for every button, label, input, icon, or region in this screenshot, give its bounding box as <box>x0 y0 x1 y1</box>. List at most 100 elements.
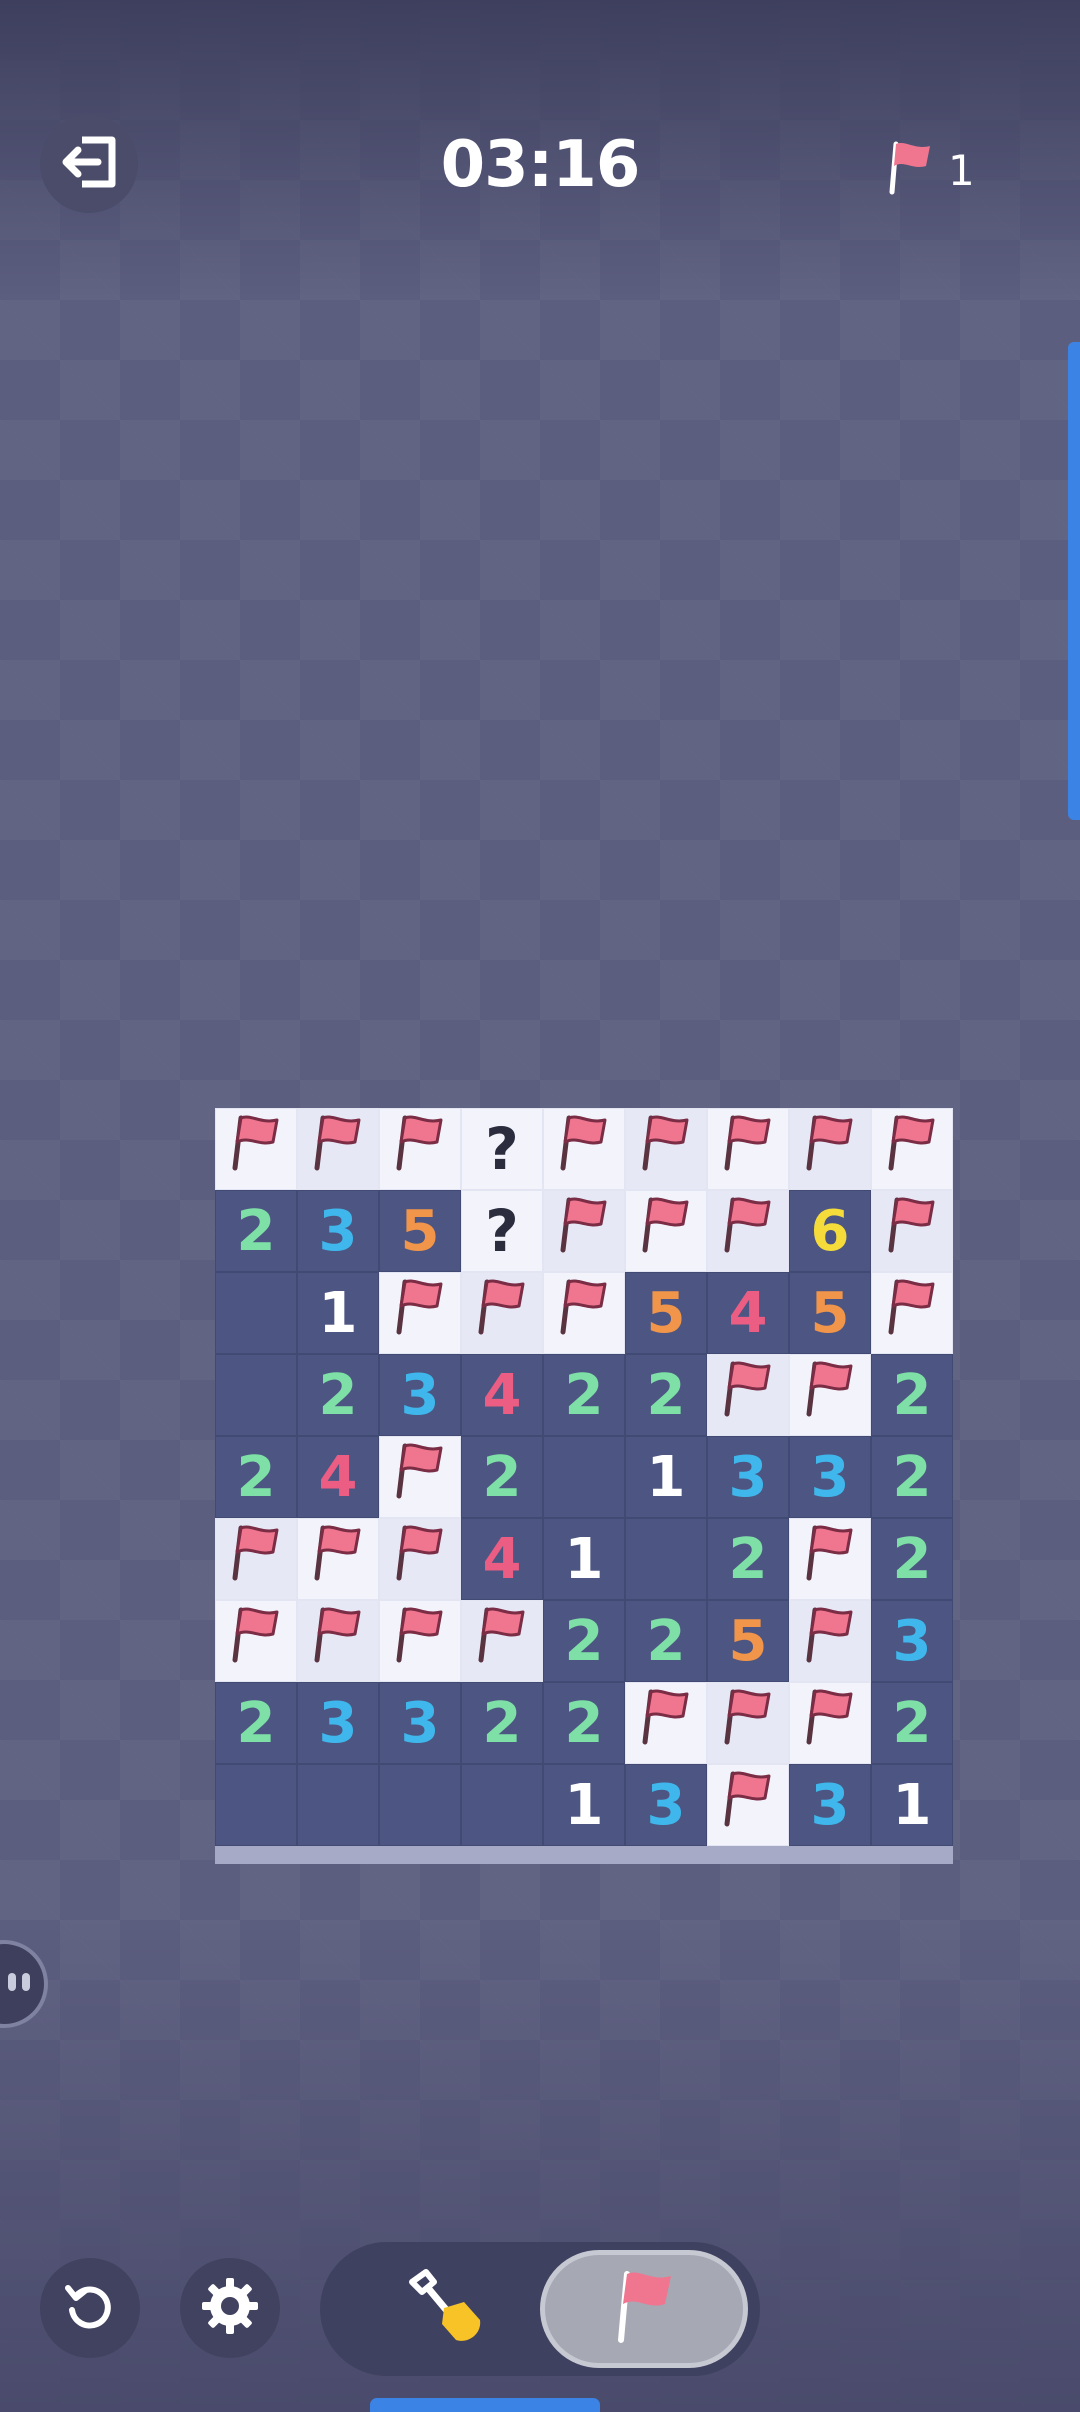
restart-button[interactable] <box>40 2258 140 2358</box>
empty-cell[interactable] <box>379 1764 461 1846</box>
number-cell[interactable]: 1 <box>625 1436 707 1518</box>
number-cell[interactable]: 3 <box>379 1682 461 1764</box>
cell-number: 2 <box>564 1362 604 1428</box>
empty-cell[interactable] <box>625 1518 707 1600</box>
flagged-cell[interactable] <box>379 1108 461 1190</box>
flagged-cell[interactable] <box>789 1354 871 1436</box>
flagged-cell[interactable] <box>543 1272 625 1354</box>
number-cell[interactable]: 2 <box>625 1600 707 1682</box>
number-cell[interactable]: 6 <box>789 1190 871 1272</box>
home-indicator[interactable] <box>370 2398 600 2412</box>
number-cell[interactable]: 2 <box>871 1682 953 1764</box>
flagged-cell[interactable] <box>297 1518 379 1600</box>
flagged-cell[interactable] <box>871 1190 953 1272</box>
number-cell[interactable]: 2 <box>215 1190 297 1272</box>
flagged-cell[interactable] <box>707 1764 789 1846</box>
flagged-cell[interactable] <box>707 1354 789 1436</box>
number-cell[interactable]: 5 <box>789 1272 871 1354</box>
number-cell[interactable]: 3 <box>625 1764 707 1846</box>
flagged-cell[interactable] <box>625 1190 707 1272</box>
number-cell[interactable]: 4 <box>707 1272 789 1354</box>
number-cell[interactable]: 3 <box>789 1764 871 1846</box>
flagged-cell[interactable] <box>379 1600 461 1682</box>
number-cell[interactable]: 4 <box>461 1354 543 1436</box>
flag-icon <box>311 1604 365 1678</box>
number-cell[interactable]: 3 <box>871 1600 953 1682</box>
flagged-cell[interactable] <box>543 1190 625 1272</box>
flagged-cell[interactable] <box>789 1108 871 1190</box>
number-cell[interactable]: 2 <box>215 1436 297 1518</box>
number-cell[interactable]: 3 <box>379 1354 461 1436</box>
flagged-cell[interactable] <box>379 1518 461 1600</box>
empty-cell[interactable] <box>543 1436 625 1518</box>
number-cell[interactable]: 1 <box>543 1764 625 1846</box>
number-cell[interactable]: 1 <box>543 1518 625 1600</box>
number-cell[interactable]: 2 <box>215 1682 297 1764</box>
helper-icon <box>2 1965 36 2003</box>
flagged-cell[interactable] <box>461 1272 543 1354</box>
number-cell[interactable]: 3 <box>297 1190 379 1272</box>
flagged-cell[interactable] <box>625 1682 707 1764</box>
number-cell[interactable]: 3 <box>707 1436 789 1518</box>
flagged-cell[interactable] <box>789 1518 871 1600</box>
empty-cell[interactable] <box>215 1354 297 1436</box>
number-cell[interactable]: 1 <box>871 1764 953 1846</box>
settings-button[interactable] <box>180 2258 280 2358</box>
scrollbar[interactable] <box>1068 342 1080 820</box>
number-cell[interactable]: 2 <box>543 1682 625 1764</box>
exit-button[interactable] <box>40 115 138 213</box>
number-cell[interactable]: 3 <box>789 1436 871 1518</box>
flagged-cell[interactable] <box>215 1108 297 1190</box>
number-cell[interactable]: 5 <box>379 1190 461 1272</box>
flag-icon <box>803 1604 857 1678</box>
flagged-cell[interactable] <box>625 1108 707 1190</box>
cell-number: 3 <box>810 1444 850 1510</box>
number-cell[interactable]: 1 <box>297 1272 379 1354</box>
number-cell[interactable]: 2 <box>707 1518 789 1600</box>
number-cell[interactable]: 4 <box>461 1518 543 1600</box>
flag-mode-button[interactable] <box>540 2250 748 2368</box>
cell-number: 6 <box>810 1198 850 1264</box>
empty-cell[interactable] <box>215 1272 297 1354</box>
number-cell[interactable]: 2 <box>461 1682 543 1764</box>
flagged-cell[interactable] <box>297 1600 379 1682</box>
number-cell[interactable]: 2 <box>461 1436 543 1518</box>
flagged-cell[interactable] <box>707 1682 789 1764</box>
flagged-cell[interactable] <box>543 1108 625 1190</box>
question-cell[interactable]: ? <box>461 1190 543 1272</box>
question-cell[interactable]: ? <box>461 1108 543 1190</box>
number-cell[interactable]: 2 <box>871 1436 953 1518</box>
number-cell[interactable]: 5 <box>625 1272 707 1354</box>
flagged-cell[interactable] <box>461 1600 543 1682</box>
number-cell[interactable]: 2 <box>871 1518 953 1600</box>
flagged-cell[interactable] <box>297 1108 379 1190</box>
dig-mode-button[interactable] <box>356 2254 536 2364</box>
flagged-cell[interactable] <box>707 1108 789 1190</box>
number-cell[interactable]: 2 <box>625 1354 707 1436</box>
flagged-cell[interactable] <box>379 1436 461 1518</box>
empty-cell[interactable] <box>215 1764 297 1846</box>
number-cell[interactable]: 3 <box>297 1682 379 1764</box>
flagged-cell[interactable] <box>215 1600 297 1682</box>
side-helper-button[interactable] <box>0 1940 48 2028</box>
gear-icon <box>200 2276 260 2340</box>
flagged-cell[interactable] <box>215 1518 297 1600</box>
flagged-cell[interactable] <box>871 1108 953 1190</box>
game-timer: 03:16 <box>440 128 641 202</box>
flagged-cell[interactable] <box>789 1682 871 1764</box>
flagged-cell[interactable] <box>789 1600 871 1682</box>
number-cell[interactable]: 4 <box>297 1436 379 1518</box>
number-cell[interactable]: 5 <box>707 1600 789 1682</box>
flag-count: 1 <box>948 145 975 195</box>
flagged-cell[interactable] <box>379 1272 461 1354</box>
empty-cell[interactable] <box>461 1764 543 1846</box>
cell-number: 4 <box>482 1362 522 1428</box>
flagged-cell[interactable] <box>707 1190 789 1272</box>
number-cell[interactable]: 2 <box>871 1354 953 1436</box>
flagged-cell[interactable] <box>871 1272 953 1354</box>
number-cell[interactable]: 2 <box>297 1354 379 1436</box>
cell-number: 5 <box>728 1608 768 1674</box>
empty-cell[interactable] <box>297 1764 379 1846</box>
number-cell[interactable]: 2 <box>543 1600 625 1682</box>
number-cell[interactable]: 2 <box>543 1354 625 1436</box>
